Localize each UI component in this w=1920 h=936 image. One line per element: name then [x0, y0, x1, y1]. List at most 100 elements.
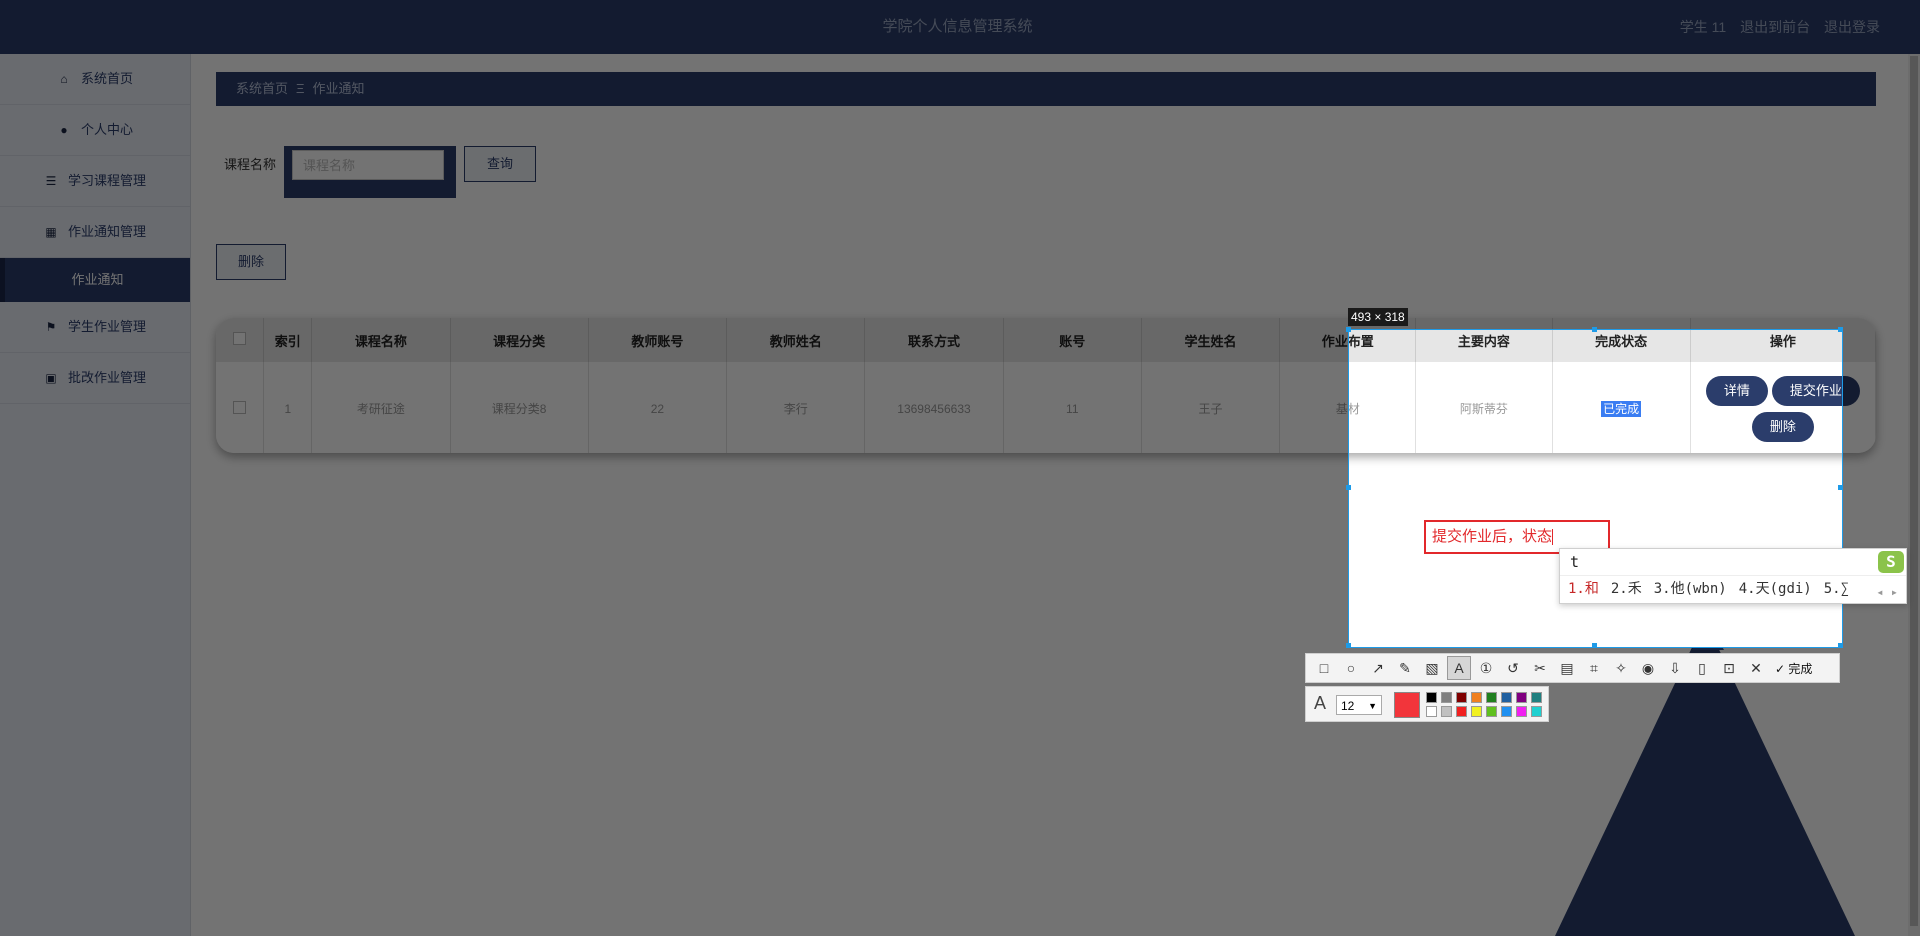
sidebar-item-profile[interactable]: ● 个人中心 [0, 105, 190, 156]
color-swatch[interactable] [1516, 692, 1527, 703]
finish-label: 完成 [1788, 661, 1813, 676]
close-icon[interactable]: ✕ [1744, 656, 1768, 680]
flag-icon: ⚑ [45, 320, 57, 334]
text-properties-bar: A 12 ▼ [1305, 686, 1549, 722]
sidebar-item-homework-notice[interactable]: 作业通知 [0, 258, 190, 302]
phone-icon[interactable]: ▯ [1690, 656, 1714, 680]
crop-icon[interactable]: ⌗ [1582, 656, 1606, 680]
color-swatch[interactable] [1486, 706, 1497, 717]
color-swatch[interactable] [1486, 692, 1497, 703]
column-header: 学生姓名 [1141, 318, 1281, 362]
color-swatch[interactable] [1441, 692, 1452, 703]
ime-candidate[interactable]: 2.禾 [1611, 581, 1642, 597]
finish-button[interactable]: ✓ 完成 [1775, 660, 1812, 677]
font-size-select[interactable]: 12 ▼ [1336, 695, 1382, 715]
exit-to-front-link[interactable]: 退出到前台 [1740, 19, 1810, 35]
color-swatch[interactable] [1501, 706, 1512, 717]
capture-toolbar: □ ○ ↗ ✎ ▧ A ① ↺ ✂ ▤ ⌗ ✧ ◉ ⇩ ▯ ⊡ ✕ ✓ 完成 [1305, 653, 1840, 683]
text-icon[interactable]: A [1447, 656, 1471, 680]
pen-icon[interactable]: ✎ [1393, 656, 1417, 680]
app-title: 学院个人信息管理系统 [882, 18, 1033, 35]
breadcrumb-home[interactable]: 系统首页 [236, 81, 288, 96]
color-swatch[interactable] [1516, 706, 1527, 717]
sidebar-item-courses[interactable]: ☰ 学习课程管理 [0, 156, 190, 207]
scissors-icon[interactable]: ✂ [1528, 656, 1552, 680]
sidebar-item-label: 作业通知管理 [67, 224, 146, 239]
resize-handle[interactable] [1592, 327, 1597, 332]
bookmark-icon[interactable]: ⊡ [1717, 656, 1741, 680]
color-swatch[interactable] [1531, 692, 1542, 703]
font-size-value: 12 [1341, 699, 1355, 713]
resize-handle[interactable] [1346, 643, 1351, 648]
cell-student-name: 王子 [1141, 362, 1281, 453]
resize-handle[interactable] [1592, 643, 1597, 648]
color-swatch[interactable] [1426, 706, 1437, 717]
annotation-text: 提交作业后，状态 [1432, 528, 1553, 545]
record-icon[interactable]: ◉ [1636, 656, 1660, 680]
query-button[interactable]: 查询 [464, 146, 536, 182]
cell-category: 课程分类8 [450, 362, 589, 453]
sidebar-item-label: 学生作业管理 [67, 319, 146, 334]
color-swatch[interactable] [1471, 706, 1482, 717]
color-swatch[interactable] [1501, 692, 1512, 703]
column-header: 课程分类 [450, 318, 589, 362]
ime-candidate[interactable]: 5.∑ [1824, 581, 1849, 597]
cell-index: 1 [263, 362, 313, 453]
text-caret [1552, 529, 1554, 546]
color-swatch[interactable] [1471, 692, 1482, 703]
sidebar-item-homework-notice-mgmt[interactable]: ▦ 作业通知管理 [0, 207, 190, 258]
sidebar-item-label: 学习课程管理 [67, 173, 146, 188]
sidebar-item-student-homework[interactable]: ⚑ 学生作业管理 [0, 302, 190, 353]
current-color-swatch[interactable] [1394, 692, 1420, 718]
resize-handle[interactable] [1838, 327, 1843, 332]
course-name-input[interactable] [292, 150, 444, 180]
ime-candidate[interactable]: 4.天(gdi) [1739, 581, 1812, 597]
ime-logo-icon: S [1878, 551, 1904, 573]
sidebar-item-home[interactable]: ⌂ 系统首页 [0, 54, 190, 105]
sidebar-item-grading[interactable]: ▣ 批改作业管理 [0, 353, 190, 404]
cell-account: 11 [1003, 362, 1142, 453]
pin-icon[interactable]: ✧ [1609, 656, 1633, 680]
row-select-cell [216, 362, 265, 453]
sidebar-item-label: 系统首页 [80, 71, 133, 86]
font-icon: A [1314, 693, 1327, 713]
color-swatch[interactable] [1456, 692, 1467, 703]
number-icon[interactable]: ① [1474, 656, 1498, 680]
ime-candidates: 1.和 2.禾 3.他(wbn) 4.天(gdi) 5.∑ [1560, 576, 1906, 603]
color-swatch[interactable] [1441, 706, 1452, 717]
ime-candidate[interactable]: 3.他(wbn) [1654, 581, 1727, 597]
color-swatch[interactable] [1456, 706, 1467, 717]
resize-handle[interactable] [1838, 485, 1843, 490]
arrow-icon[interactable]: ↗ [1366, 656, 1390, 680]
rectangle-icon[interactable]: □ [1312, 656, 1336, 680]
delete-button[interactable]: 删除 [216, 244, 286, 280]
scroll-thumb[interactable] [1910, 56, 1918, 926]
color-swatch[interactable] [1531, 706, 1542, 717]
resize-handle[interactable] [1838, 643, 1843, 648]
row-checkbox[interactable] [233, 400, 247, 414]
ime-candidate[interactable]: 1.和 [1568, 581, 1599, 597]
check-icon: ✓ [1775, 661, 1786, 676]
ime-candidate-window: t 1.和 2.禾 3.他(wbn) 4.天(gdi) 5.∑ S ◂ ▸ [1559, 548, 1907, 604]
search-label: 课程名称 [224, 157, 277, 172]
resize-handle[interactable] [1346, 485, 1351, 490]
column-header: 账号 [1003, 318, 1142, 362]
resize-handle[interactable] [1346, 327, 1351, 332]
color-swatch[interactable] [1426, 692, 1437, 703]
undo-icon[interactable]: ↺ [1501, 656, 1525, 680]
select-all-checkbox[interactable] [233, 332, 247, 345]
column-header: 教师账号 [588, 318, 728, 362]
column-header: 课程名称 [311, 318, 451, 362]
column-header: 索引 [263, 318, 313, 362]
ime-page-arrows[interactable]: ◂ ▸ [1876, 585, 1898, 599]
column-header: 教师姓名 [726, 318, 866, 362]
top-links: 学生 11 退出到前台 退出登录 [1670, 0, 1880, 54]
page-scrollbar[interactable] [1908, 54, 1920, 936]
breadcrumb: 系统首页 Ξ 作业通知 [216, 72, 1876, 106]
ocr-icon[interactable]: ▤ [1555, 656, 1579, 680]
ellipse-icon[interactable]: ○ [1339, 656, 1363, 680]
cell-course: 考研征途 [311, 362, 451, 453]
mosaic-icon[interactable]: ▧ [1420, 656, 1444, 680]
logout-link[interactable]: 退出登录 [1824, 19, 1880, 35]
download-icon[interactable]: ⇩ [1663, 656, 1687, 680]
